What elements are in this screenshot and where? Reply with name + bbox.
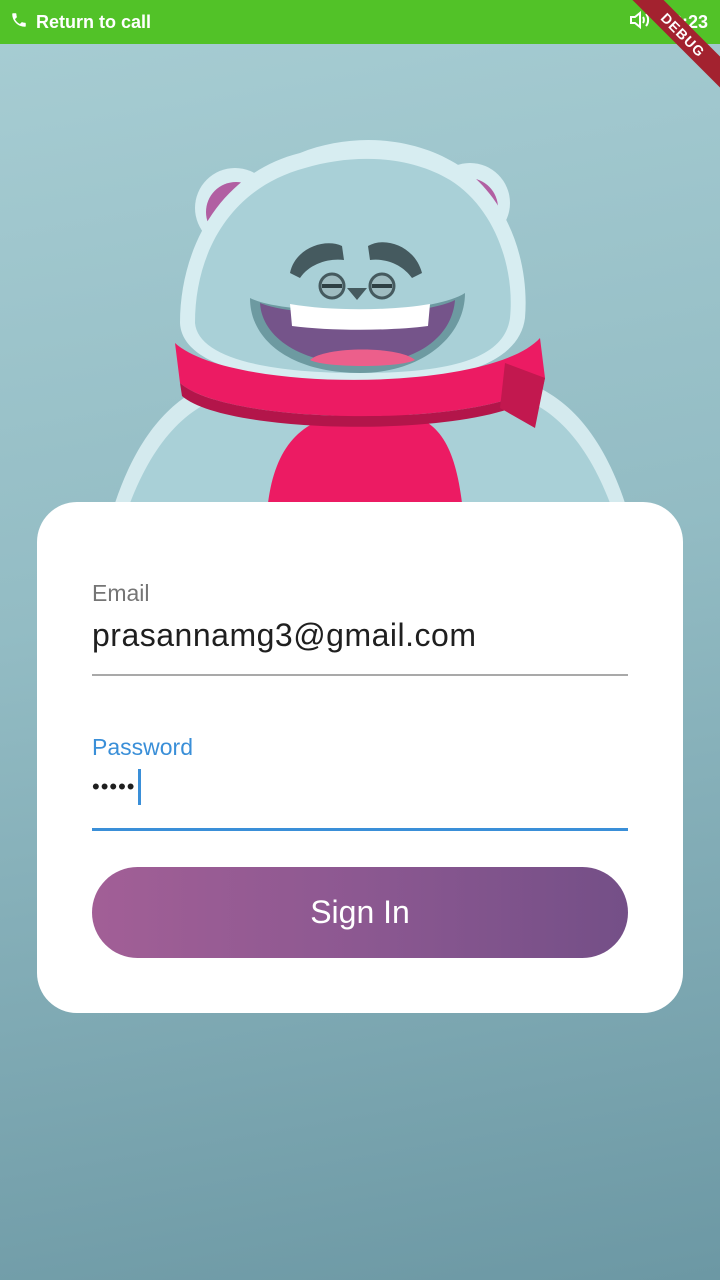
email-underline [92,674,628,676]
debug-banner-label: DEBUG [615,0,720,103]
text-caret [137,769,141,805]
phone-icon [10,11,28,34]
password-dots: ••••• [92,774,136,799]
bear-mascot-illustration [115,140,625,503]
login-card: Email prasannamg3@gmail.com Password •••… [37,502,683,1013]
debug-banner: DEBUG [600,0,720,120]
email-field[interactable]: Email prasannamg3@gmail.com [92,580,628,676]
email-label: Email [92,580,150,606]
email-input[interactable]: prasannamg3@gmail.com [92,617,628,654]
return-to-call[interactable]: Return to call [10,11,151,34]
password-underline [92,828,628,831]
password-label: Password [92,734,193,760]
password-field[interactable]: Password ••••• [92,734,628,832]
password-input[interactable]: ••••• [92,769,628,805]
return-to-call-label: Return to call [36,11,152,32]
sign-in-button[interactable]: Sign In [92,867,628,958]
